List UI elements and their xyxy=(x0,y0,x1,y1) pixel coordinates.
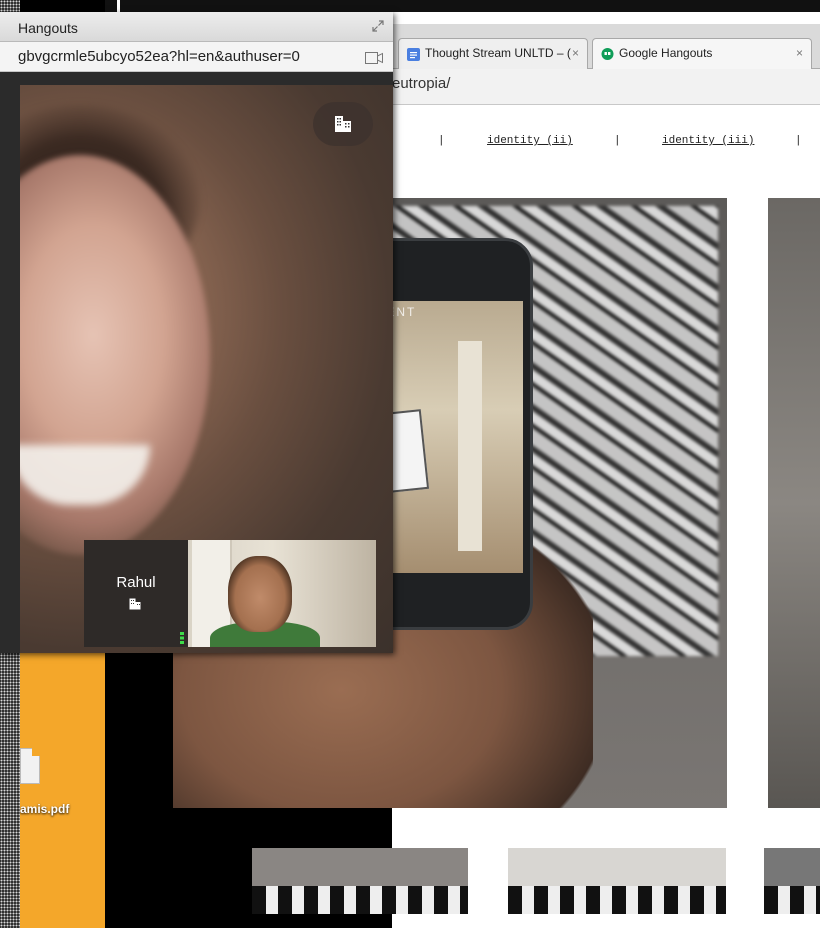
url-bar[interactable]: gbvgcrmle5ubcyo52ea?hl=en&authuser=0 xyxy=(0,42,393,72)
participant-video xyxy=(188,540,376,647)
tab-thought-stream[interactable]: Thought Stream UNLTD – ( × xyxy=(398,38,588,69)
tab-label: Thought Stream UNLTD – ( xyxy=(425,46,571,60)
close-icon[interactable]: × xyxy=(572,46,579,60)
close-icon[interactable]: × xyxy=(796,46,803,60)
nav-separator: | xyxy=(614,135,621,147)
window-title-bar[interactable]: Hangouts xyxy=(0,12,393,42)
nav-link-identity-iii[interactable]: identity (iii) xyxy=(662,135,754,147)
tab-google-hangouts[interactable]: Google Hangouts × xyxy=(592,38,812,69)
divider xyxy=(117,0,120,12)
thumbnail[interactable] xyxy=(252,848,468,914)
pdf-file-icon[interactable] xyxy=(20,748,40,784)
phone-door xyxy=(458,341,482,551)
building-icon xyxy=(335,116,351,132)
hangouts-icon xyxy=(601,48,614,60)
nav-link-identity-ii[interactable]: identity (ii) xyxy=(487,135,573,147)
nav-separator: | xyxy=(795,135,802,147)
tab-label: Google Hangouts xyxy=(619,46,713,60)
participant-face xyxy=(228,556,292,632)
thumbnail[interactable] xyxy=(764,848,820,914)
hangouts-window: Hangouts gbvgcrmle5ubcyo52ea?hl=en&authu… xyxy=(0,12,393,653)
url-text[interactable]: gbvgcrmle5ubcyo52ea?hl=en&authuser=0 xyxy=(18,48,300,65)
top-strip xyxy=(105,0,820,12)
nav-separator: | xyxy=(438,135,445,147)
participant-name: Rahul xyxy=(116,574,156,591)
participant-tile[interactable]: Rahul xyxy=(84,540,376,647)
window-title: Hangouts xyxy=(18,20,78,36)
desktop-window-edge xyxy=(20,650,105,928)
tab-bar: Thought Stream UNLTD – ( × Google Hangou… xyxy=(392,24,820,69)
camera-icon[interactable] xyxy=(365,52,383,64)
docs-icon xyxy=(407,48,420,61)
address-text[interactable]: eutropia/ xyxy=(392,75,450,92)
desktop-file-label[interactable]: amis.pdf xyxy=(20,802,69,816)
address-bar[interactable]: eutropia/ xyxy=(392,69,820,105)
video-call-button[interactable] xyxy=(313,102,373,146)
expand-icon[interactable] xyxy=(372,20,384,32)
building-icon xyxy=(129,598,141,610)
side-photo[interactable] xyxy=(768,198,820,808)
thumbnail[interactable] xyxy=(508,848,726,914)
audio-level-icon xyxy=(180,632,184,644)
